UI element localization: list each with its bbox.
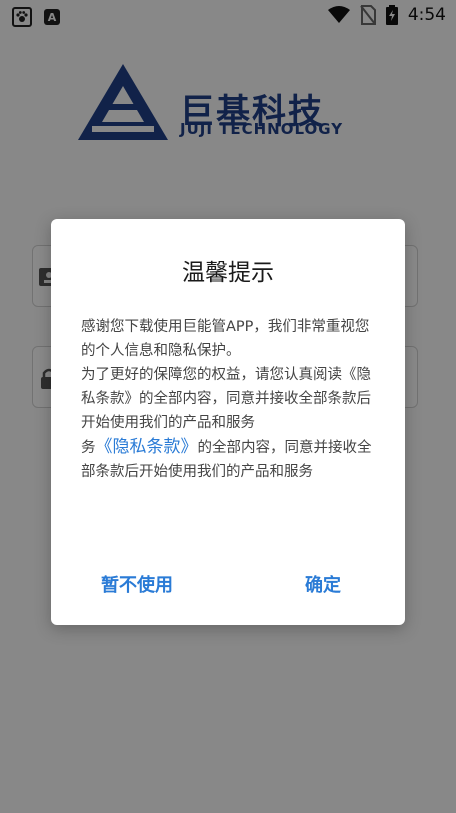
dialog-paragraph-2: 为了更好的保障您的权益，请您认真阅读《隐私条款》的全部内容，同意并接收全部条款后… (81, 367, 371, 431)
dialog-paragraph-1: 感谢您下载使用巨能管APP，我们非常重视您的个人信息和隐私保护。 (81, 319, 370, 359)
dialog-title: 温馨提示 (182, 260, 274, 286)
confirm-button[interactable]: 确定 (305, 559, 341, 609)
privacy-policy-link[interactable]: 《隐私条款》 (96, 437, 198, 457)
dialog-paragraph-3: 务《隐私条款》的全部内容，同意并接收全部条款后开始使用我们的产品和服务 (81, 435, 379, 484)
decline-button[interactable]: 暂不使用 (101, 559, 173, 609)
dialog-body: 感谢您下载使用巨能管APP，我们非常重视您的个人信息和隐私保护。 为了更好的保障… (81, 315, 379, 484)
dialog-actions: 暂不使用 确定 (51, 559, 405, 609)
dialog-paragraph-3-prefix: 务 (81, 440, 96, 456)
privacy-dialog: 温馨提示 感谢您下载使用巨能管APP，我们非常重视您的个人信息和隐私保护。 为了… (51, 219, 405, 625)
